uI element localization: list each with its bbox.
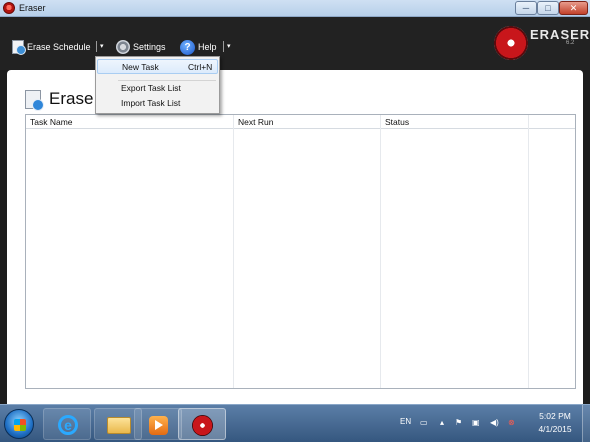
help-button[interactable]: ? Help xyxy=(180,39,217,55)
media-player-icon xyxy=(149,416,168,435)
alert-icon[interactable]: ⊗ xyxy=(508,418,515,427)
network-icon[interactable]: ▣ xyxy=(472,418,480,427)
chevron-down-icon[interactable]: ▾ xyxy=(227,42,231,50)
erase-schedule-button[interactable]: Erase Schedule xyxy=(12,39,91,55)
clock-time: 5:02 PM xyxy=(539,411,571,421)
erase-schedule-label: Erase Schedule xyxy=(27,42,91,52)
main-panel: Erase Task Name Next Run Status xyxy=(7,70,583,404)
column-header-status[interactable]: Status xyxy=(381,115,409,129)
erase-schedule-menu: New Task Ctrl+N Export Task List Import … xyxy=(95,56,220,114)
keyboard-icon[interactable]: ▭ xyxy=(420,418,428,427)
title-bar: Eraser ─ □ ✕ xyxy=(0,0,590,17)
document-icon xyxy=(12,40,26,55)
toolbar-separator xyxy=(223,41,224,52)
help-icon: ? xyxy=(180,39,195,55)
settings-button[interactable]: Settings xyxy=(116,39,166,55)
menu-item-shortcut: Ctrl+N xyxy=(188,62,213,72)
task-table[interactable]: Task Name Next Run Status xyxy=(25,114,576,389)
erase-schedule-icon xyxy=(25,89,44,111)
menu-item-label: New Task xyxy=(122,62,159,72)
column-divider xyxy=(528,115,529,388)
table-header: Task Name Next Run Status xyxy=(26,115,575,129)
help-label: Help xyxy=(198,42,217,52)
language-indicator[interactable]: EN xyxy=(400,417,411,426)
page-title: Erase xyxy=(49,89,94,108)
brand-version: 6.2 xyxy=(566,40,575,46)
windows-logo-icon xyxy=(14,419,26,431)
settings-label: Settings xyxy=(133,42,166,52)
eraser-logo-icon xyxy=(494,26,528,60)
menu-item-export-task-list[interactable]: Export Task List xyxy=(97,81,218,96)
column-divider xyxy=(233,115,234,388)
show-desktop-button[interactable] xyxy=(582,405,590,442)
internet-explorer-icon: e xyxy=(58,415,78,435)
volume-icon[interactable]: ◀) xyxy=(490,418,499,427)
show-hidden-icons-icon[interactable]: ▴ xyxy=(440,418,444,427)
eraser-icon xyxy=(192,415,213,436)
taskbar: e EN ▭ ▴ ⚑ ▣ ◀) ⊗ 5:02 PM 4/1/2015 xyxy=(0,404,590,442)
window-title: Eraser xyxy=(19,3,46,13)
gear-icon xyxy=(116,40,130,54)
column-divider xyxy=(380,115,381,388)
minimize-button[interactable]: ─ xyxy=(515,1,537,15)
brand-name: ERASER xyxy=(530,27,590,42)
folder-icon xyxy=(107,417,131,434)
taskbar-app-eraser[interactable] xyxy=(178,408,226,440)
eraser-app-icon xyxy=(3,2,15,14)
start-button[interactable] xyxy=(4,409,34,439)
column-header-next-run[interactable]: Next Run xyxy=(234,115,273,129)
menu-item-import-task-list[interactable]: Import Task List xyxy=(97,96,218,111)
system-clock[interactable]: 5:02 PM 4/1/2015 xyxy=(530,410,580,436)
toolbar-separator xyxy=(96,41,97,52)
column-header-task-name[interactable]: Task Name xyxy=(26,115,73,129)
taskbar-app-media-player[interactable] xyxy=(134,408,182,440)
close-button[interactable]: ✕ xyxy=(559,1,588,15)
taskbar-app-internet-explorer[interactable]: e xyxy=(43,408,91,440)
clock-date: 4/1/2015 xyxy=(538,424,572,434)
chevron-down-icon[interactable]: ▾ xyxy=(100,42,104,50)
page-heading: Erase xyxy=(25,89,94,111)
action-center-flag-icon[interactable]: ⚑ xyxy=(455,418,462,427)
maximize-button[interactable]: □ xyxy=(537,1,559,15)
menu-item-new-task[interactable]: New Task Ctrl+N xyxy=(97,59,218,74)
